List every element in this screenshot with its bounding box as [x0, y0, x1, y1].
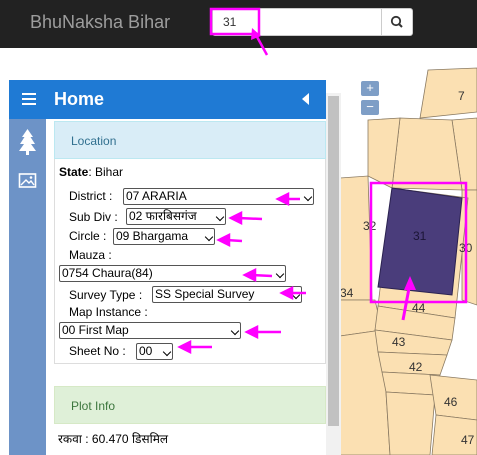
chevron-down-icon	[162, 347, 172, 357]
plot-label: 34	[340, 286, 354, 300]
chevron-down-icon	[303, 192, 313, 202]
mauza-select[interactable]: 0754 Chaura(84)	[59, 265, 286, 282]
plot-label: 31	[413, 229, 427, 243]
chevron-down-icon	[215, 212, 225, 222]
circle-value: 09 Bhargama	[116, 229, 189, 243]
map-instance-select[interactable]: 00 First Map	[59, 322, 241, 339]
subdiv-label: Sub Div :	[69, 210, 118, 224]
state-value: Bihar	[95, 165, 124, 179]
plot-label: 47	[461, 433, 475, 447]
survey-type-select[interactable]: SS Special Survey	[152, 286, 302, 303]
location-section-header[interactable]: Location	[54, 121, 326, 159]
collapse-panel-icon[interactable]	[302, 93, 309, 105]
subdiv-value: 02 फारबिसगंज	[129, 209, 197, 223]
zoom-in-button[interactable]: +	[361, 81, 379, 96]
search-button[interactable]	[381, 8, 413, 36]
chevron-down-icon	[291, 290, 301, 300]
image-icon[interactable]	[9, 167, 46, 197]
state-row: State: Bihar	[59, 165, 124, 179]
side-icon-strip	[9, 119, 46, 455]
district-label: District :	[69, 189, 113, 203]
circle-label: Circle :	[69, 229, 107, 243]
plot-search-input[interactable]: 31	[212, 8, 382, 36]
state-label: State	[59, 165, 89, 179]
map-instance-value: 00 First Map	[62, 323, 129, 337]
subdiv-select[interactable]: 02 फारबिसगंज	[126, 208, 226, 225]
zoom-out-button[interactable]: −	[361, 100, 379, 115]
plot-info-section-header[interactable]: Plot Info	[54, 386, 326, 424]
chevron-down-icon	[230, 326, 240, 336]
plot-area-text: रकवा : 60.470 डिसमिल	[58, 432, 169, 446]
plot-label: 42	[409, 360, 423, 374]
chevron-down-icon	[275, 269, 285, 279]
panel-title: Home	[54, 89, 105, 109]
sheet-no-value: 00	[139, 344, 153, 358]
sheet-no-label: Sheet No :	[69, 344, 126, 358]
district-value: 07 ARARIA	[126, 189, 187, 203]
plot-label: 43	[392, 335, 406, 349]
search-icon	[390, 15, 403, 28]
top-navbar: BhuNaksha Bihar 31	[0, 0, 477, 48]
app-title: BhuNaksha Bihar	[30, 12, 171, 32]
panel-scrollbar[interactable]	[326, 93, 341, 455]
sheet-no-select[interactable]: 00	[136, 343, 173, 360]
app-root: 7 32 31 30 34 44 43 42 46 47 + − BhuNaks…	[0, 0, 477, 455]
plot-label: 46	[444, 395, 458, 409]
chevron-down-icon	[204, 232, 214, 242]
panel-header: Home	[9, 80, 326, 119]
survey-type-value: SS Special Survey	[155, 287, 255, 301]
plot-info-section-title: Plot Info	[71, 399, 116, 413]
plot-label: 7	[458, 89, 465, 103]
survey-type-label: Survey Type :	[69, 288, 143, 302]
mauza-label: Mauza :	[69, 248, 112, 262]
map-instance-label: Map Instance :	[69, 305, 148, 319]
scrollbar-thumb[interactable]	[328, 96, 339, 426]
menu-icon[interactable]	[22, 93, 36, 105]
plot-search-value: 31	[223, 15, 237, 29]
mauza-value: 0754 Chaura(84)	[62, 266, 153, 280]
district-select[interactable]: 07 ARARIA	[123, 188, 314, 205]
location-section-title: Location	[71, 134, 117, 148]
circle-select[interactable]: 09 Bhargama	[113, 228, 215, 245]
